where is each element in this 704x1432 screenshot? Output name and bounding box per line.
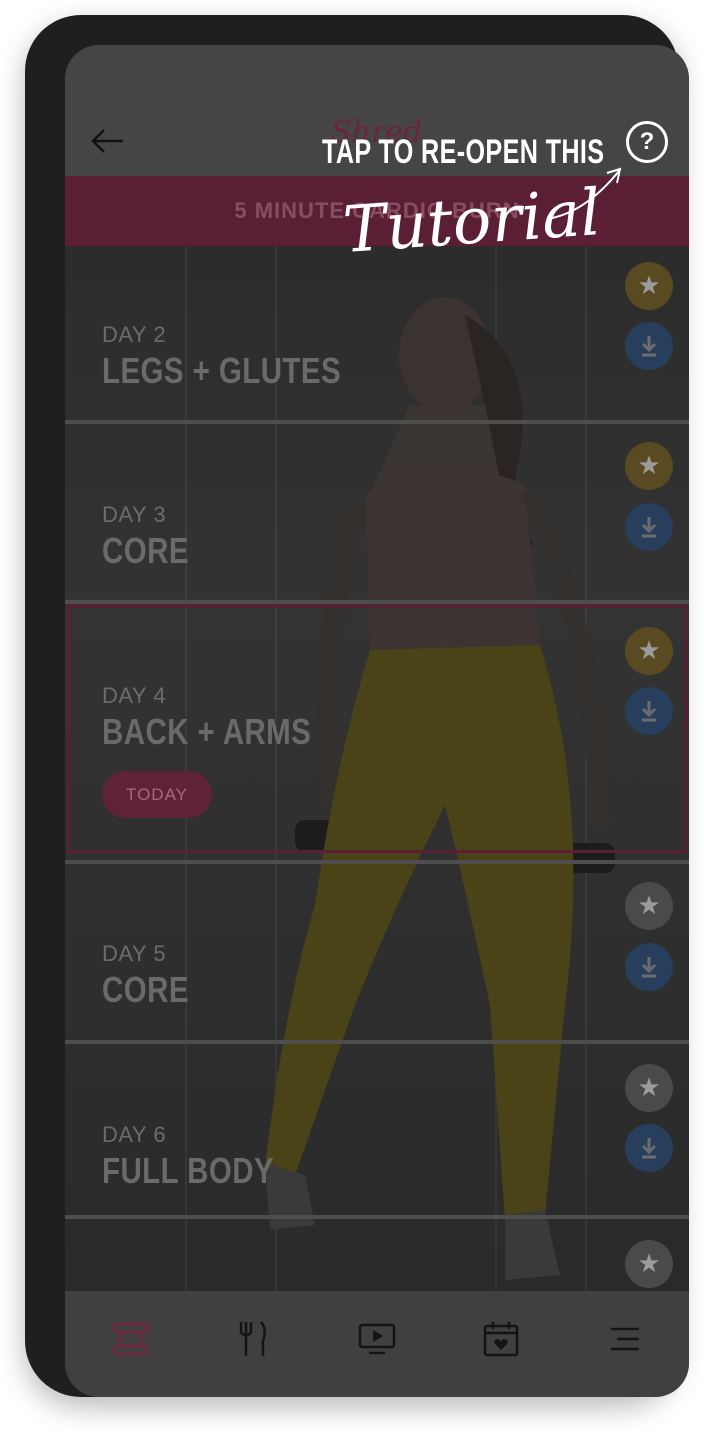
calendar-heart-icon[interactable] bbox=[481, 1319, 521, 1359]
day-title: CORE bbox=[102, 969, 189, 1010]
day-label: DAY 3 bbox=[102, 502, 167, 527]
dumbbell-icon[interactable] bbox=[111, 1319, 151, 1359]
today-badge: TODAY bbox=[102, 771, 212, 818]
divider bbox=[65, 600, 689, 604]
day-title: FULL BODY bbox=[102, 1150, 275, 1191]
fork-knife-icon[interactable] bbox=[233, 1319, 273, 1359]
day-title: BACK + ARMS bbox=[102, 711, 312, 752]
day-card-3[interactable]: DAY 3 CORE ★ bbox=[65, 424, 689, 600]
download-icon[interactable] bbox=[625, 503, 673, 551]
star-icon[interactable]: ★ bbox=[625, 882, 673, 930]
star-icon[interactable]: ★ bbox=[625, 1064, 673, 1112]
bottom-tab-bar bbox=[65, 1291, 689, 1397]
day-label: DAY 4 bbox=[102, 683, 167, 708]
day-label: DAY 5 bbox=[102, 941, 167, 966]
download-icon[interactable] bbox=[625, 1124, 673, 1172]
tutorial-arrow-icon bbox=[546, 167, 622, 220]
star-icon[interactable]: ★ bbox=[625, 442, 673, 490]
download-icon[interactable] bbox=[625, 943, 673, 991]
day-card-6[interactable]: DAY 6 FULL BODY ★ bbox=[65, 1044, 689, 1216]
day-label: DAY 2 bbox=[102, 322, 167, 347]
star-icon[interactable]: ★ bbox=[625, 627, 673, 675]
video-play-icon[interactable] bbox=[357, 1319, 397, 1359]
day-card-2[interactable]: DAY 2 LEGS + GLUTES ★ bbox=[65, 246, 689, 422]
day-label: DAY 6 bbox=[102, 1122, 167, 1147]
menu-icon[interactable] bbox=[605, 1319, 645, 1359]
download-icon[interactable] bbox=[625, 322, 673, 370]
phone-frame: Shred ? 5 MINUTE CARDIO BURN DAY 2 LEGS … bbox=[25, 15, 689, 1397]
app-screen: Shred ? 5 MINUTE CARDIO BURN DAY 2 LEGS … bbox=[65, 45, 689, 1397]
download-icon[interactable] bbox=[625, 687, 673, 735]
day-title: LEGS + GLUTES bbox=[102, 350, 342, 391]
day-title: CORE bbox=[102, 530, 189, 571]
divider bbox=[65, 1215, 689, 1219]
back-arrow-icon[interactable] bbox=[89, 125, 129, 157]
star-icon[interactable]: ★ bbox=[625, 1240, 673, 1288]
star-icon[interactable]: ★ bbox=[625, 262, 673, 310]
day-card-5[interactable]: DAY 5 CORE ★ bbox=[65, 864, 689, 1040]
help-icon[interactable]: ? bbox=[626, 121, 668, 163]
